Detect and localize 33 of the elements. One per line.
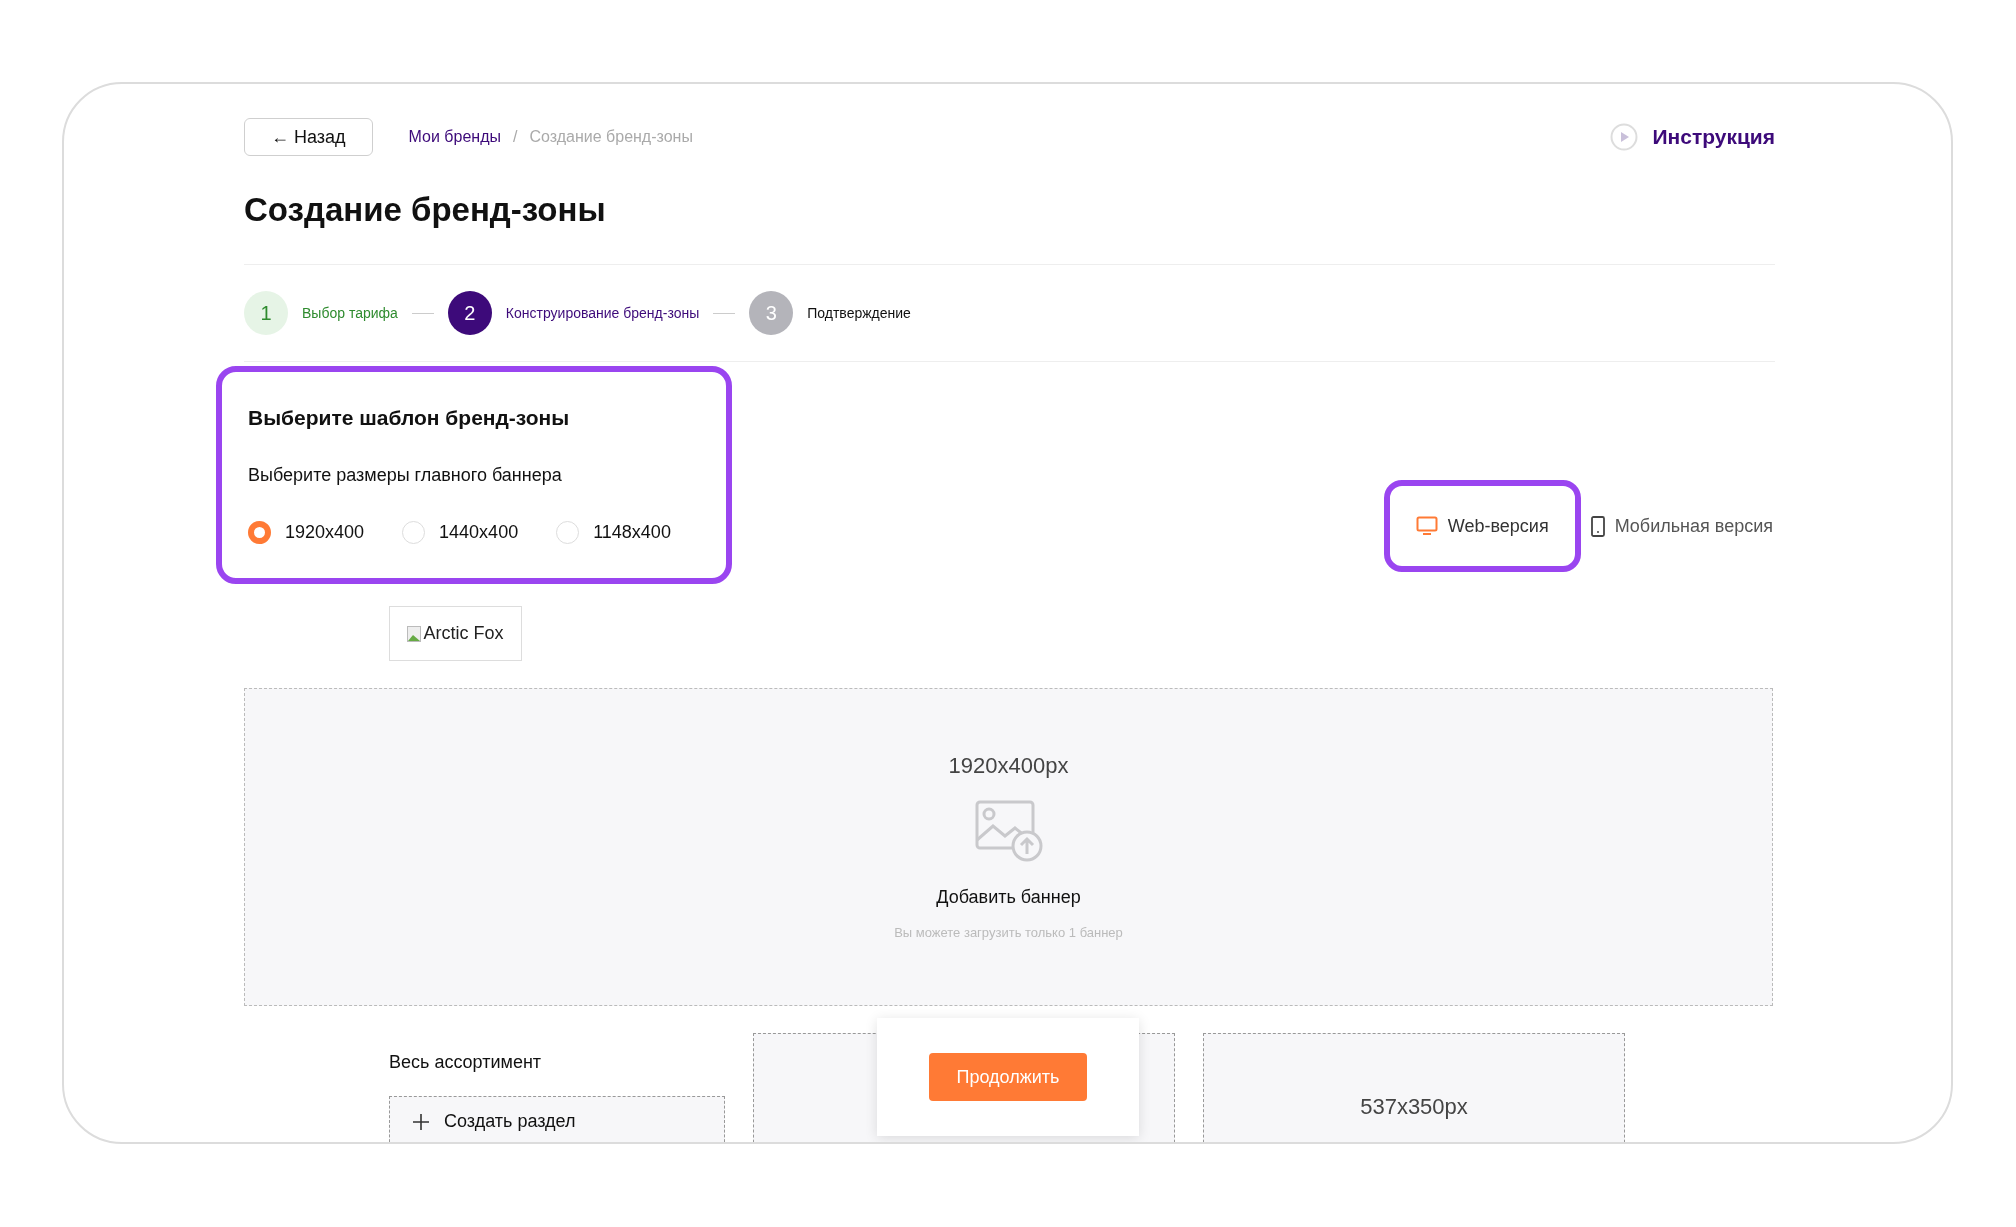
view-toggle[interactable]: Web-версия [1383, 480, 1581, 572]
breadcrumb-link[interactable]: Мои бренды [408, 125, 501, 149]
panel-title: Выберите шаблон бренд-зоны [248, 405, 571, 431]
radio-label: 1148x400 [593, 520, 671, 544]
step-label: Конструирование бренд-зоны [505, 303, 700, 323]
radio-button[interactable] [248, 520, 271, 544]
create-section-button[interactable]: Создать раздел [389, 1096, 725, 1142]
panel-subtitle: Выберите размеры главного баннера [248, 463, 563, 487]
step-number: 1 [244, 291, 288, 335]
banner-upload-area[interactable]: 1920x400px Добавить баннер Вы можете загрузить только 1 баннер [244, 688, 1773, 1006]
smartphone-icon [1590, 515, 1605, 537]
back-button[interactable]: ← Назад [244, 118, 373, 156]
play-icon [1610, 123, 1639, 151]
plus-icon [412, 1112, 430, 1131]
radio-label: 1920x400 [285, 520, 365, 544]
step-label: Выбор тарифа [302, 303, 398, 323]
step-number: 2 [447, 291, 492, 335]
step-number: 3 [749, 291, 794, 335]
add-banner-label: Добавить баннер [936, 886, 1081, 909]
instruction-link[interactable]: Инструкция [1652, 121, 1775, 153]
broken-image-icon [407, 625, 422, 642]
monitor-icon [1415, 516, 1438, 536]
banner-size: 1920x400px [948, 752, 1069, 780]
breadcrumb-separator: / [513, 127, 518, 147]
radio-label: 1440x400 [439, 520, 519, 544]
image-upload-icon [974, 800, 1043, 862]
page-title: Создание бренд-зоны [244, 190, 607, 230]
upload-hint: Вы можете загрузить только 1 баннер [894, 924, 1123, 942]
assortment-title: Весь ассортимент [389, 1051, 543, 1074]
image-alt-text: Arctic Fox [423, 622, 504, 645]
small-banner-size: 537x350px [1360, 1093, 1468, 1121]
step-label: Подтверждение [807, 303, 911, 323]
view-toggle[interactable]: Мобильная версия [1588, 480, 1775, 572]
